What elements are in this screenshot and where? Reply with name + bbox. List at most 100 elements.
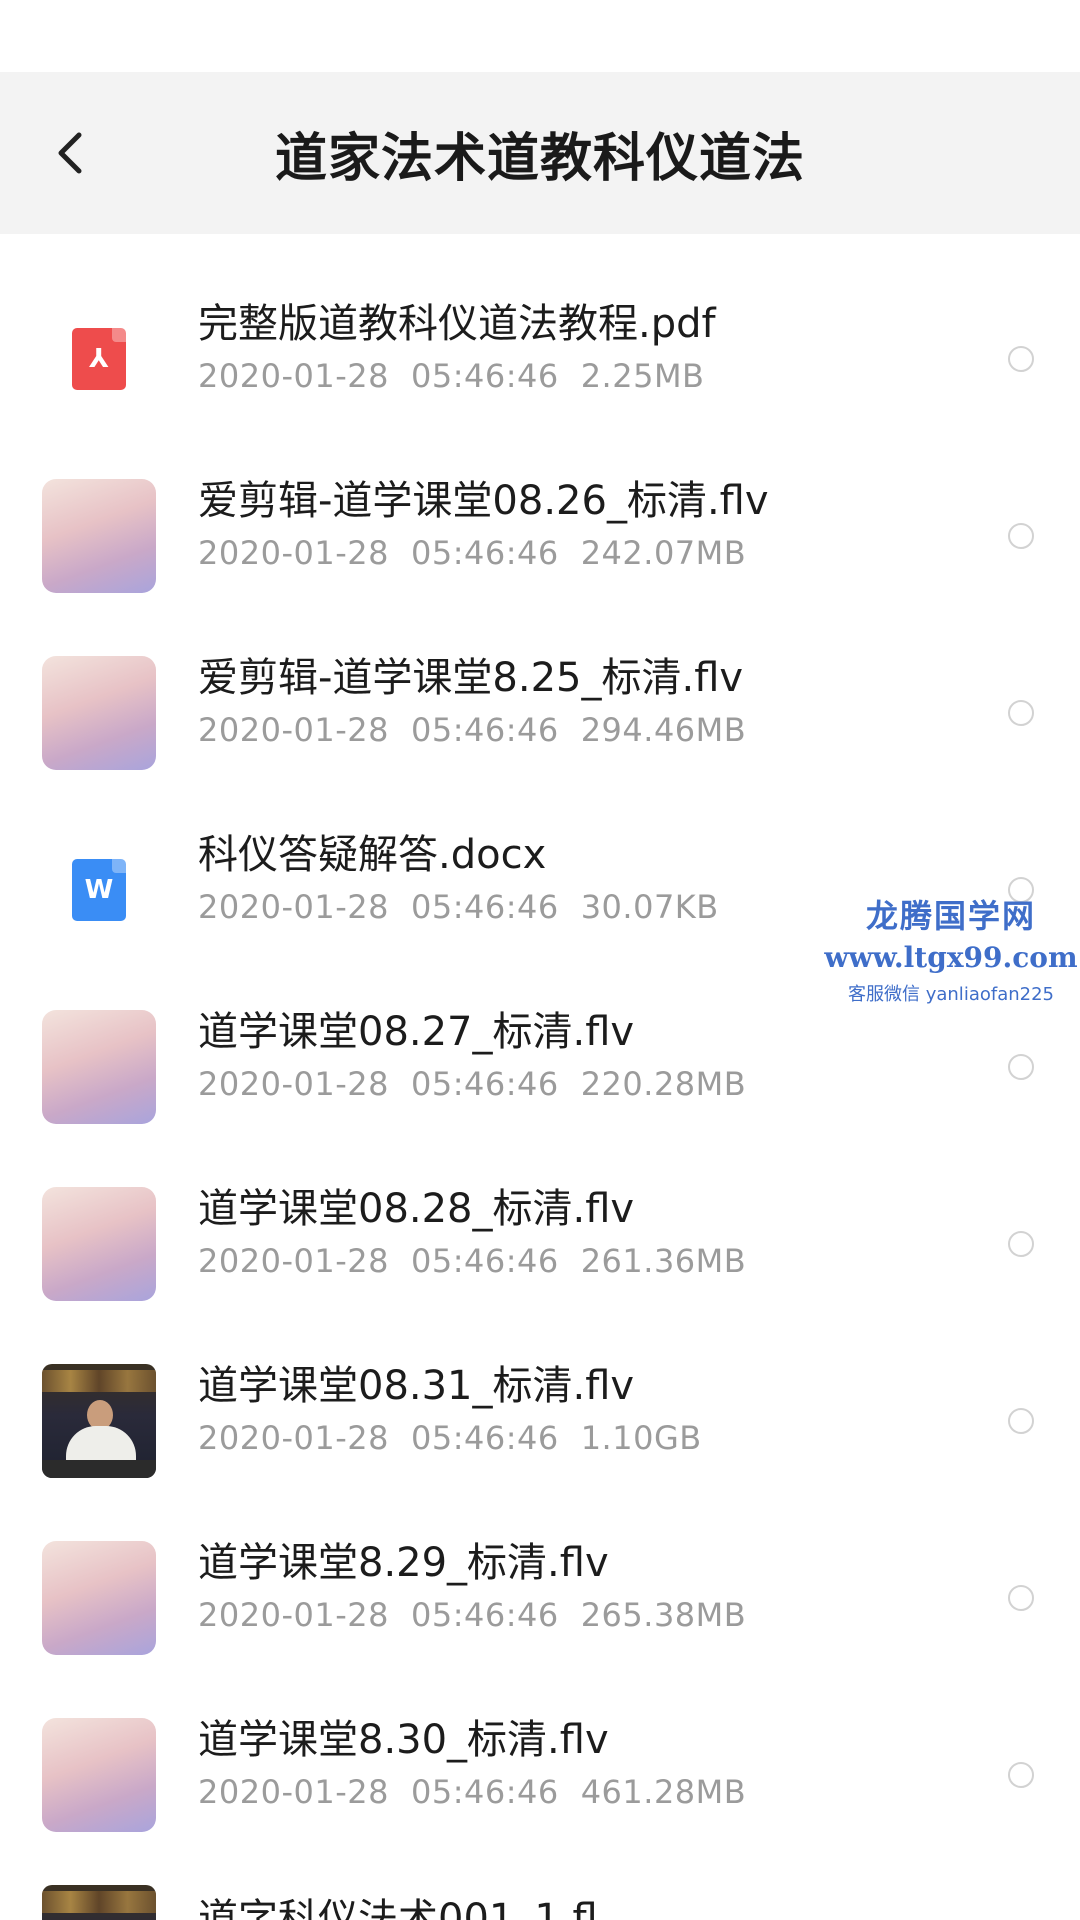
- select-radio[interactable]: [1008, 876, 1034, 903]
- file-name: 道学课堂8.30_标清.flv: [198, 1717, 609, 1763]
- shelf1: [42, 1369, 156, 1392]
- file-time: 05:46:46: [410, 1419, 559, 1457]
- file-size: 30.07KB: [580, 888, 719, 926]
- select-radio[interactable]: [1008, 1761, 1034, 1788]
- file-name: 道学课堂08.31_标清.flv: [198, 1363, 635, 1409]
- video-thumbnail: [42, 1540, 156, 1655]
- file-thumbnail: ⅄: [42, 302, 156, 416]
- file-meta: 2020-01-28 05:46:46 294.46MB: [198, 708, 958, 752]
- file-row[interactable]: 道学课堂08.27_标清.flv 2020-01-28 05:46:46 220.28…: [0, 978, 1080, 1155]
- file-date: 2020-01-28: [198, 534, 389, 572]
- file-row[interactable]: ⅄ 完整版道教科仪道法教程.pdf 2020-01-28 05:46:46 2.25MB: [0, 270, 1080, 447]
- shelf1: [42, 1891, 156, 1913]
- file-row[interactable]: W 科仪答疑解答.docx 2020-01-28 05:46:46 30.07KB: [0, 801, 1080, 978]
- file-meta: 2020-01-28 05:46:46 2.25MB: [198, 354, 958, 398]
- file-row[interactable]: 道学课堂08.31_标清.flv 2020-01-28 05:46:46 1.10GB: [0, 1332, 1080, 1509]
- file-info: 道字科仪法术001_1.fl: [198, 1893, 958, 1920]
- back-button[interactable]: [40, 123, 100, 183]
- file-info: 道学课堂08.27_标清.flv 2020-01-28 05:46:46 220.28…: [198, 1006, 958, 1106]
- file-time: 05:46:46: [410, 357, 559, 395]
- desk: [42, 1459, 156, 1478]
- file-size: 294.46MB: [580, 711, 747, 749]
- file-date: 2020-01-28: [198, 357, 389, 395]
- screen: 道家法术道教科仪道法 ⅄ 完整版道教科仪道法教程.pdf 2020-01-28 05:…: [0, 0, 1080, 1920]
- file-thumbnail: [42, 1540, 156, 1655]
- file-info: 道学课堂8.30_标清.flv 2020-01-28 05:46:46 461.28M…: [198, 1714, 958, 1814]
- select-radio[interactable]: [1008, 1230, 1034, 1257]
- file-size: 242.07MB: [580, 534, 747, 572]
- file-thumbnail: [42, 655, 156, 770]
- file-size: 261.36MB: [580, 1242, 747, 1280]
- select-radio[interactable]: [1008, 345, 1034, 372]
- file-thumbnail: [42, 1885, 156, 1920]
- file-row[interactable]: 道字科仪法术001_1.fl: [0, 1863, 1080, 1920]
- file-row[interactable]: 爱剪辑-道学课堂8.25_标清.flv 2020-01-28 05:46:46 294…: [0, 624, 1080, 801]
- file-thumbnail: [42, 478, 156, 593]
- file-name: 道学课堂08.28_标清.flv: [198, 1186, 635, 1232]
- file-info: 科仪答疑解答.docx 2020-01-28 05:46:46 30.07KB: [198, 829, 958, 929]
- file-size: 461.28MB: [580, 1773, 747, 1811]
- video-thumbnail: [42, 478, 156, 593]
- file-row[interactable]: 道学课堂8.30_标清.flv 2020-01-28 05:46:46 461.28M…: [0, 1686, 1080, 1863]
- file-info: 道学课堂08.28_标清.flv 2020-01-28 05:46:46 261.36…: [198, 1183, 958, 1283]
- video-photo-thumbnail: [42, 1363, 156, 1478]
- file-time: 05:46:46: [410, 711, 559, 749]
- file-date: 2020-01-28: [198, 888, 389, 926]
- file-name: 科仪答疑解答.docx: [198, 832, 547, 878]
- video-thumbnail: [42, 1186, 156, 1301]
- video-thumbnail: [42, 1717, 156, 1832]
- file-name: 爱剪辑-道学课堂08.26_标清.flv: [198, 478, 769, 524]
- file-meta: 2020-01-28 05:46:46 30.07KB: [198, 885, 958, 929]
- file-time: 05:46:46: [410, 534, 559, 572]
- file-date: 2020-01-28: [198, 1242, 389, 1280]
- select-radio[interactable]: [1008, 699, 1034, 726]
- video-photo-thumbnail: [42, 1885, 156, 1920]
- file-time: 05:46:46: [410, 1596, 559, 1634]
- file-list: ⅄ 完整版道教科仪道法教程.pdf 2020-01-28 05:46:46 2.25MB…: [0, 270, 1080, 1920]
- file-meta: 2020-01-28 05:46:46 461.28MB: [198, 1770, 958, 1814]
- file-info: 道学课堂08.31_标清.flv 2020-01-28 05:46:46 1.10GB: [198, 1360, 958, 1460]
- chevron-left-icon: [58, 132, 82, 174]
- file-name: 道字科仪法术001_1.fl: [198, 1896, 598, 1920]
- file-name: 完整版道教科仪道法教程.pdf: [198, 301, 716, 347]
- file-type-glyph: W: [84, 874, 114, 905]
- file-type-glyph: ⅄: [89, 343, 109, 374]
- top-bar: 道家法术道教科仪道法: [0, 72, 1080, 234]
- file-size: 265.38MB: [580, 1596, 747, 1634]
- page-title: 道家法术道教科仪道法: [274, 128, 805, 189]
- file-date: 2020-01-28: [198, 1419, 389, 1457]
- file-meta: 2020-01-28 05:46:46 242.07MB: [198, 531, 958, 575]
- file-time: 05:46:46: [410, 888, 559, 926]
- file-time: 05:46:46: [410, 1065, 559, 1103]
- file-date: 2020-01-28: [198, 1596, 389, 1634]
- file-thumbnail: [42, 1717, 156, 1832]
- file-info: 道学课堂8.29_标清.flv 2020-01-28 05:46:46 265.38M…: [198, 1537, 958, 1637]
- file-size: 1.10GB: [580, 1419, 702, 1457]
- status-bar: [0, 0, 1080, 72]
- file-row[interactable]: 道学课堂08.28_标清.flv 2020-01-28 05:46:46 261.36…: [0, 1155, 1080, 1332]
- select-radio[interactable]: [1008, 522, 1034, 549]
- select-radio[interactable]: [1008, 1407, 1034, 1434]
- select-radio[interactable]: [1008, 1053, 1034, 1080]
- file-info: 爱剪辑-道学课堂08.26_标清.flv 2020-01-28 05:46:46 24…: [198, 475, 958, 575]
- file-info: 完整版道教科仪道法教程.pdf 2020-01-28 05:46:46 2.25MB: [198, 298, 958, 398]
- file-size: 2.25MB: [580, 357, 705, 395]
- file-row[interactable]: 道学课堂8.29_标清.flv 2020-01-28 05:46:46 265.38M…: [0, 1509, 1080, 1686]
- file-name: 道学课堂08.27_标清.flv: [198, 1009, 635, 1055]
- word-file-icon: W: [72, 858, 126, 921]
- file-date: 2020-01-28: [198, 1773, 389, 1811]
- page-fold: [112, 327, 126, 342]
- file-meta: 2020-01-28 05:46:46 265.38MB: [198, 1593, 958, 1637]
- file-time: 05:46:46: [410, 1242, 559, 1280]
- file-meta: 2020-01-28 05:46:46 220.28MB: [198, 1062, 958, 1106]
- page-fold: [112, 858, 126, 873]
- pdf-file-icon: ⅄: [72, 327, 126, 390]
- select-radio[interactable]: [1008, 1584, 1034, 1611]
- file-row[interactable]: 爱剪辑-道学课堂08.26_标清.flv 2020-01-28 05:46:46 24…: [0, 447, 1080, 624]
- file-thumbnail: [42, 1186, 156, 1301]
- file-date: 2020-01-28: [198, 1065, 389, 1103]
- video-thumbnail: [42, 1009, 156, 1124]
- file-name: 爱剪辑-道学课堂8.25_标清.flv: [198, 655, 744, 701]
- file-size: 220.28MB: [580, 1065, 747, 1103]
- file-meta: 2020-01-28 05:46:46 261.36MB: [198, 1239, 958, 1283]
